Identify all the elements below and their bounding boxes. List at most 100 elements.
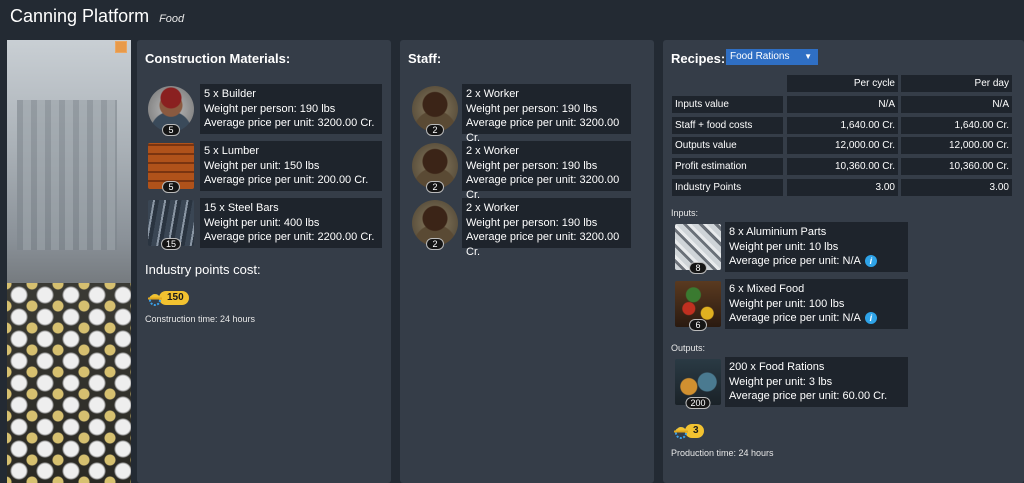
item-weight: Weight per person: 190 lbs xyxy=(466,102,598,115)
item-info: 2 x Worker Weight per person: 190 lbs Av… xyxy=(462,198,631,258)
food-rations-icon: 200 xyxy=(673,357,723,409)
builder-portrait-icon: 5 xyxy=(146,84,196,136)
hardhat-gear-icon xyxy=(147,290,163,306)
item-info: 6 x Mixed Food Weight per unit: 100 lbs … xyxy=(725,279,908,329)
item-price: Average price per unit: 3200.00 Cr. xyxy=(466,231,620,258)
staff-item-worker[interactable]: 2 2 x Worker Weight per person: 190 lbs … xyxy=(410,84,631,144)
facility-marker-icon[interactable] xyxy=(115,41,127,53)
table-row-label: Profit estimation xyxy=(672,158,783,175)
facility-image xyxy=(7,40,131,483)
table-cell-cycle: 10,360.00 Cr. xyxy=(787,158,898,175)
outputs-label: Outputs: xyxy=(671,343,706,353)
item-count: 2 xyxy=(426,124,444,136)
worker-portrait-icon: 2 xyxy=(410,141,460,193)
item-count: 5 xyxy=(162,124,180,136)
table-cell-cycle: 3.00 xyxy=(787,179,898,196)
output-item-food-rations[interactable]: 200 200 x Food Rations Weight per unit: … xyxy=(673,357,908,409)
table-cell-day: N/A xyxy=(901,96,1012,113)
table-header-cycle: Per cycle xyxy=(787,75,898,92)
item-weight: Weight per person: 190 lbs xyxy=(466,216,598,229)
item-price: Average price per unit: 60.00 Cr. xyxy=(729,390,888,402)
item-weight: Weight per unit: 400 lbs xyxy=(204,216,320,229)
staff-panel: Staff: 2 2 x Worker Weight per person: 1… xyxy=(400,40,654,483)
item-count: 15 xyxy=(160,238,182,250)
item-weight: Weight per person: 190 lbs xyxy=(466,159,598,172)
item-name: 15 x Steel Bars xyxy=(204,202,279,214)
staff-item-worker[interactable]: 2 2 x Worker Weight per person: 190 lbs … xyxy=(410,141,631,201)
table-cell-day: 1,640.00 Cr. xyxy=(901,117,1012,134)
category-label: Food xyxy=(159,13,185,25)
chevron-down-icon: ▼ xyxy=(804,52,812,61)
item-info: 5 x Lumber Weight per unit: 150 lbs Aver… xyxy=(200,141,382,191)
item-count: 6 xyxy=(689,319,707,331)
item-weight: Weight per unit: 100 lbs xyxy=(729,297,845,310)
item-info: 2 x Worker Weight per person: 190 lbs Av… xyxy=(462,84,631,144)
item-count: 2 xyxy=(426,238,444,250)
page-title: Canning Platform xyxy=(10,6,150,26)
table-cell-cycle: 1,640.00 Cr. xyxy=(787,117,898,134)
item-name: 2 x Worker xyxy=(466,202,519,214)
table-row-label: Outputs value xyxy=(672,137,783,154)
machinery-shape xyxy=(17,100,117,250)
staff-title: Staff: xyxy=(408,51,442,66)
item-name: 6 x Mixed Food xyxy=(729,283,805,295)
input-item-aluminium-parts[interactable]: 8 8 x Aluminium Parts Weight per unit: 1… xyxy=(673,222,908,274)
item-name: 5 x Lumber xyxy=(204,145,260,157)
industry-points-value: 150 xyxy=(159,291,189,305)
aluminium-parts-icon: 8 xyxy=(673,222,723,274)
item-name: 2 x Worker xyxy=(466,88,519,100)
cans-shape xyxy=(7,283,131,483)
item-info: 15 x Steel Bars Weight per unit: 400 lbs… xyxy=(200,198,382,248)
item-price: Average price per unit: 200.00 Cr. xyxy=(204,174,369,186)
table-cell-cycle: N/A xyxy=(787,96,898,113)
lumber-icon: 5 xyxy=(146,141,196,193)
construction-title: Construction Materials: xyxy=(145,51,291,66)
item-name: 8 x Aluminium Parts xyxy=(729,226,827,238)
table-row-label: Inputs value xyxy=(672,96,783,113)
item-price: Average price per unit: N/A xyxy=(729,312,861,324)
construction-item-steel-bars[interactable]: 15 15 x Steel Bars Weight per unit: 400 … xyxy=(146,198,382,250)
inputs-label: Inputs: xyxy=(671,208,699,218)
item-info: 200 x Food Rations Weight per unit: 3 lb… xyxy=(725,357,908,407)
info-icon[interactable]: i xyxy=(864,312,877,325)
item-count: 8 xyxy=(689,262,707,274)
item-weight: Weight per unit: 150 lbs xyxy=(204,159,320,172)
table-row-label: Staff + food costs xyxy=(672,117,783,134)
item-count: 200 xyxy=(685,397,711,409)
mixed-food-icon: 6 xyxy=(673,279,723,331)
production-time: Production time: 24 hours xyxy=(671,448,774,458)
recipe-select-value: Food Rations xyxy=(730,51,790,62)
table-cell-day: 10,360.00 Cr. xyxy=(901,158,1012,175)
input-item-mixed-food[interactable]: 6 6 x Mixed Food Weight per unit: 100 lb… xyxy=(673,279,908,331)
industry-points-badge: 150 xyxy=(147,290,189,306)
item-info: 8 x Aluminium Parts Weight per unit: 10 … xyxy=(725,222,908,272)
item-weight: Weight per unit: 3 lbs xyxy=(729,375,833,388)
recipe-select[interactable]: Food Rations ▼ xyxy=(726,49,818,65)
staff-item-worker[interactable]: 2 2 x Worker Weight per person: 190 lbs … xyxy=(410,198,631,258)
industry-points-label: Industry points cost: xyxy=(145,262,261,277)
worker-portrait-icon: 2 xyxy=(410,198,460,250)
item-name: 5 x Builder xyxy=(204,88,256,100)
info-icon[interactable]: i xyxy=(864,255,877,268)
item-weight: Weight per unit: 10 lbs xyxy=(729,240,839,253)
table-cell-day: 12,000.00 Cr. xyxy=(901,137,1012,154)
table-cell-cycle: 12,000.00 Cr. xyxy=(787,137,898,154)
item-price: Average price per unit: 3200.00 Cr. xyxy=(204,117,375,129)
item-count: 5 xyxy=(162,181,180,193)
item-weight: Weight per person: 190 lbs xyxy=(204,102,336,115)
item-name: 2 x Worker xyxy=(466,145,519,157)
recipe-industry-points-badge: 3 xyxy=(673,423,704,439)
table-cell-day: 3.00 xyxy=(901,179,1012,196)
table-header-day: Per day xyxy=(901,75,1012,92)
item-info: 5 x Builder Weight per person: 190 lbs A… xyxy=(200,84,382,134)
item-price: Average price per unit: N/A xyxy=(729,255,861,267)
hardhat-gear-icon xyxy=(673,423,689,439)
worker-portrait-icon: 2 xyxy=(410,84,460,136)
item-price: Average price per unit: 2200.00 Cr. xyxy=(204,231,375,243)
header: Canning Platform Food xyxy=(0,0,1024,38)
recipes-title: Recipes: xyxy=(671,51,726,66)
construction-panel: Construction Materials: 5 5 x Builder We… xyxy=(137,40,391,483)
item-count: 2 xyxy=(426,181,444,193)
construction-item-builder[interactable]: 5 5 x Builder Weight per person: 190 lbs… xyxy=(146,84,382,136)
construction-item-lumber[interactable]: 5 5 x Lumber Weight per unit: 150 lbs Av… xyxy=(146,141,382,193)
